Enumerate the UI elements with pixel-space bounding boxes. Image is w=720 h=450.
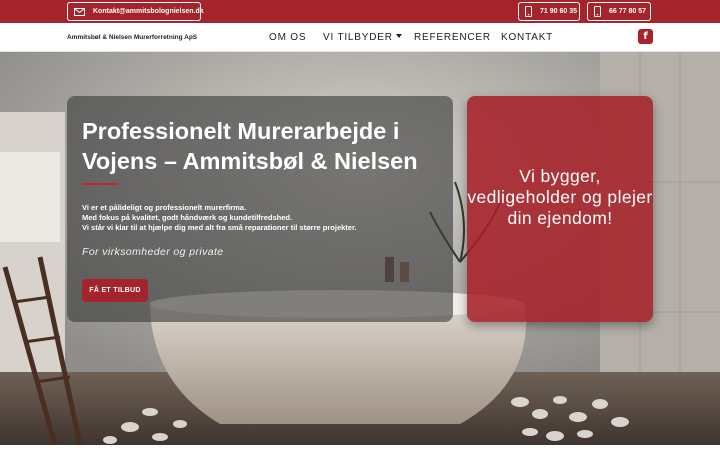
- email-link[interactable]: Kontakt@ammitsbolognielsen.dk: [67, 2, 204, 21]
- phone-link-1[interactable]: 71 90 60 35: [518, 2, 580, 21]
- slogan-panel: Vi bygger, vedligeholder og plejer din e…: [467, 96, 653, 322]
- main-navigation: Ammitsbøl & Nielsen Murerforretning ApS …: [0, 23, 720, 52]
- phone-number-1: 71 90 60 35: [540, 8, 577, 15]
- hero-slogan: Vi bygger, vedligeholder og plejer din e…: [467, 166, 653, 228]
- headline-divider: [82, 183, 118, 185]
- mobile-phone-icon: [594, 6, 601, 17]
- nav-item-vi-tilbyder-label: VI TILBYDER: [323, 32, 393, 43]
- page-bottom-strip: [0, 445, 720, 450]
- nav-item-om-os[interactable]: OM OS: [269, 32, 306, 43]
- hero-tagline: For virksomheder og private: [82, 246, 224, 258]
- envelope-icon: [74, 7, 85, 16]
- phone-link-2[interactable]: 66 77 80 57: [587, 2, 651, 21]
- description-line-3: Vi står vi klar til at hjælpe dig med al…: [82, 223, 357, 232]
- get-quote-button[interactable]: FÅ ET TILBUD: [82, 279, 148, 302]
- description-line-1: Vi er et pålideligt og professionelt mur…: [82, 203, 247, 212]
- hero-text-panel: Professionelt Murerarbejde i Vojens – Am…: [67, 96, 453, 322]
- hero-description: Vi er et pålideligt og professionelt mur…: [82, 203, 357, 233]
- phone-number-2: 66 77 80 57: [609, 8, 646, 15]
- top-contact-bar: Kontakt@ammitsbolognielsen.dk 71 90 60 3…: [0, 0, 720, 23]
- nav-item-referencer[interactable]: REFERENCER: [414, 32, 491, 43]
- nav-item-kontakt[interactable]: KONTAKT: [501, 32, 553, 43]
- facebook-icon[interactable]: f: [638, 29, 653, 44]
- mobile-phone-icon: [525, 6, 532, 17]
- caret-down-icon: [395, 34, 402, 38]
- email-text: Kontakt@ammitsbolognielsen.dk: [93, 8, 204, 15]
- brand-name[interactable]: Ammitsbøl & Nielsen Murerforretning ApS: [67, 34, 197, 41]
- hero-section: Professionelt Murerarbejde i Vojens – Am…: [0, 52, 720, 445]
- nav-item-vi-tilbyder[interactable]: VI TILBYDER: [323, 32, 402, 43]
- description-line-2: Med fokus på kvalitet, godt håndværk og …: [82, 213, 293, 222]
- hero-headline: Professionelt Murerarbejde i Vojens – Am…: [82, 118, 418, 174]
